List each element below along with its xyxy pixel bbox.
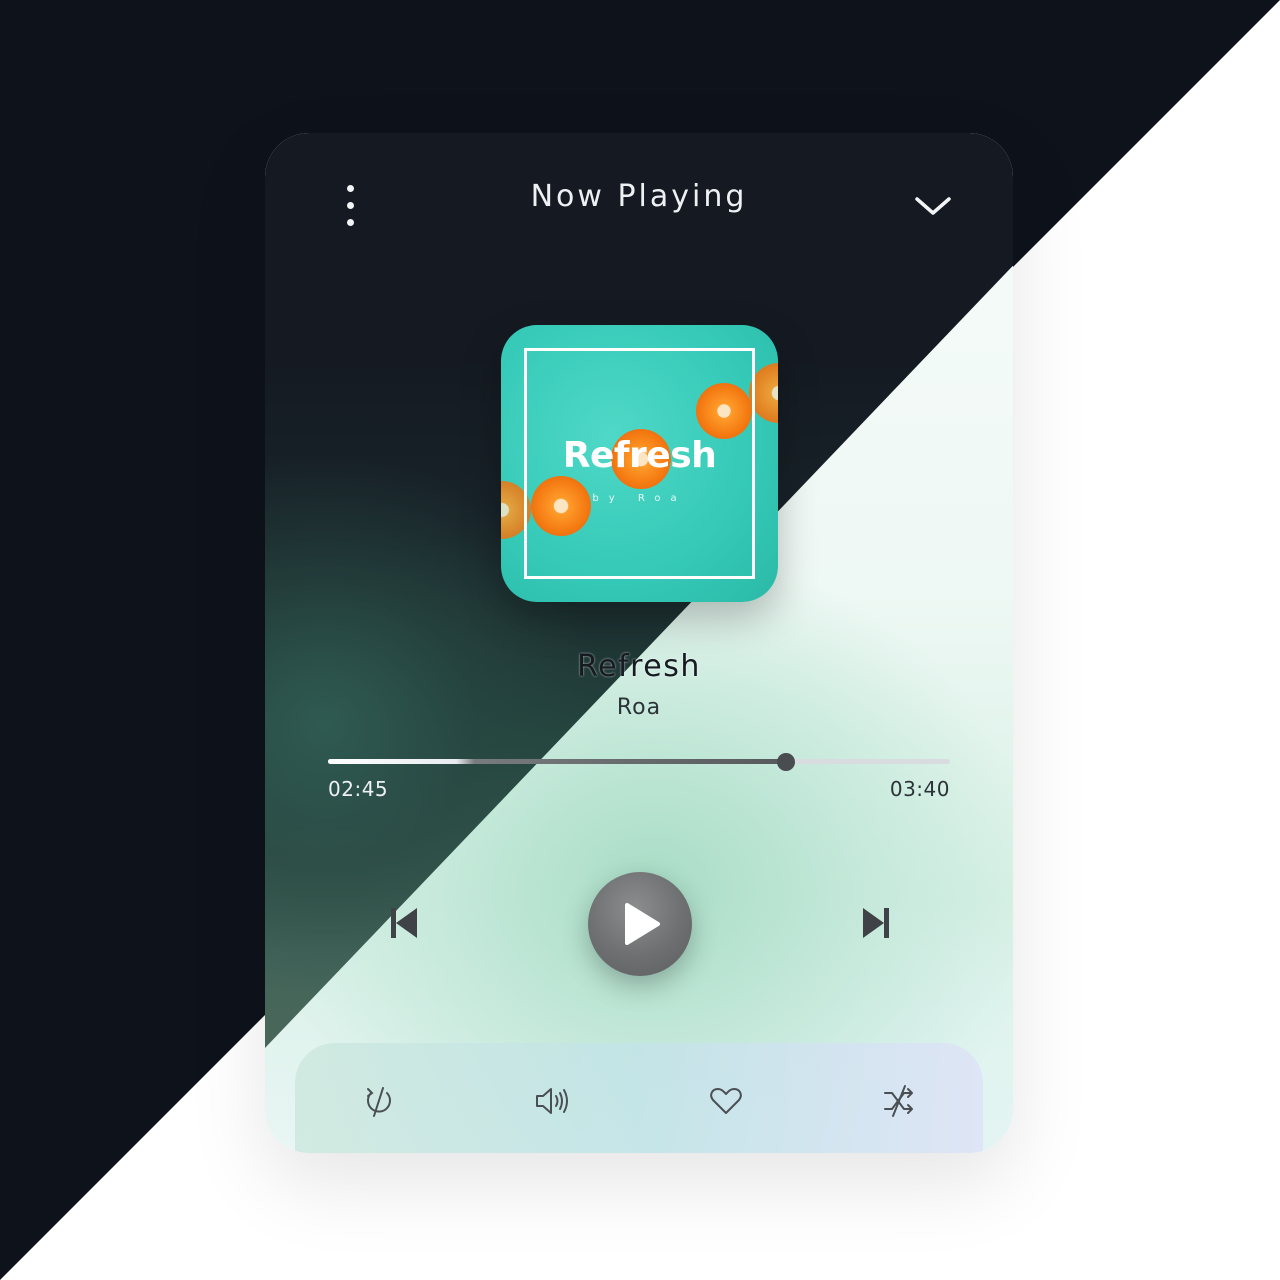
progress-bar[interactable] [328, 753, 950, 771]
page-title: Now Playing [530, 179, 748, 214]
player-card: Now Playing Refresh by Roa Refresh Roa 0… [265, 133, 1013, 1153]
play-icon [625, 903, 660, 945]
collapse-button[interactable] [911, 191, 955, 221]
repeat-button[interactable] [361, 1083, 397, 1119]
progress-fill [328, 759, 787, 764]
shuffle-off-icon [884, 1085, 913, 1117]
next-button[interactable] [855, 903, 895, 943]
dot [347, 219, 354, 226]
total-time: 03:40 [889, 777, 950, 801]
album-art-subtitle: by Roa [592, 493, 687, 504]
favorite-button[interactable] [708, 1083, 744, 1119]
chevron-down-icon [915, 197, 951, 215]
album-art: Refresh by Roa [501, 325, 778, 602]
track-artist: Roa [616, 695, 662, 720]
volume-button[interactable] [533, 1083, 577, 1119]
bottom-action-bar [295, 1043, 983, 1153]
volume-icon [536, 1088, 568, 1114]
skip-previous-icon [391, 908, 417, 938]
current-time: 02:45 [328, 777, 389, 801]
repeat-off-icon [367, 1087, 391, 1117]
shuffle-button[interactable] [881, 1083, 917, 1119]
track-title: Refresh [577, 649, 701, 684]
heart-icon [710, 1088, 742, 1114]
skip-next-icon [863, 908, 889, 938]
top-bar: Now Playing [265, 133, 1013, 273]
album-art-title: Refresh [562, 435, 717, 476]
previous-button[interactable] [385, 903, 425, 943]
play-button[interactable] [588, 872, 692, 976]
